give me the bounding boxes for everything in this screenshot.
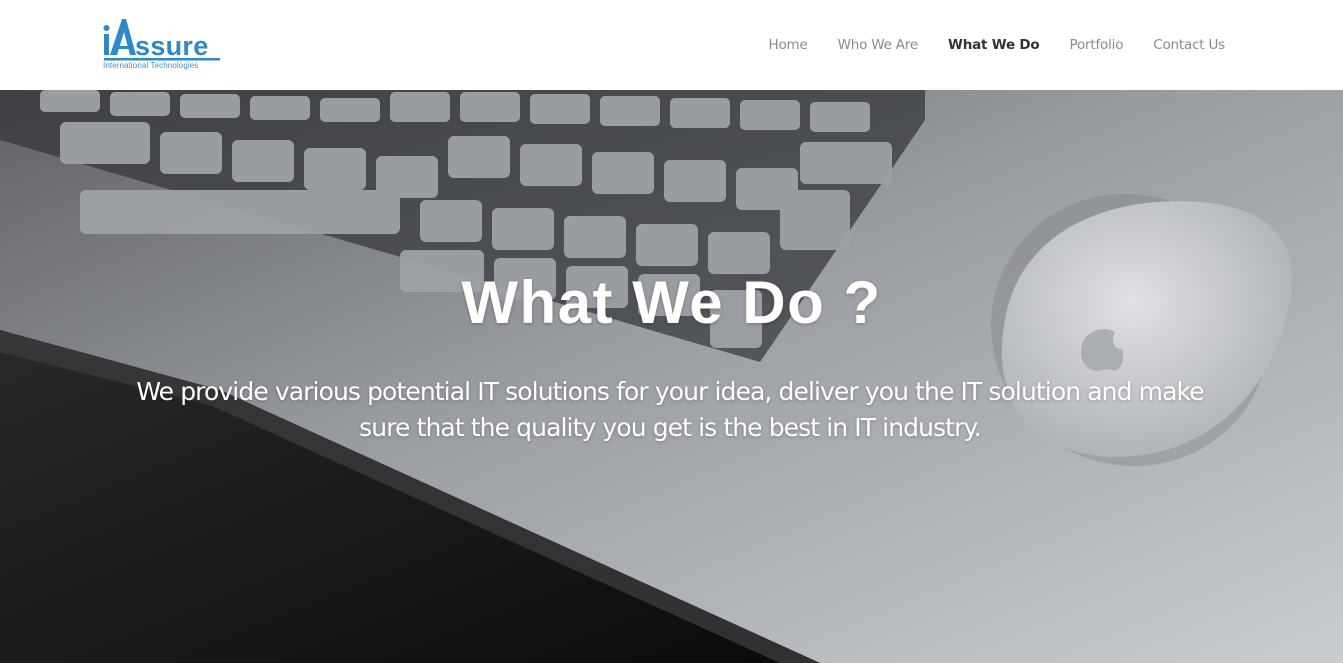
- site-header: ssure iAssure International Technologies…: [0, 0, 1343, 90]
- nav-what-we-do[interactable]: What We Do: [948, 37, 1040, 53]
- logo-wordmark-icon: ssure: [103, 19, 220, 61]
- nav-contact-us[interactable]: Contact Us: [1153, 37, 1225, 53]
- hero-subtitle: We provide various potential IT solution…: [136, 377, 1204, 442]
- hero-section: What We Do ? We provide various potentia…: [0, 90, 1343, 663]
- main-nav: Home Who We Are What We Do Portfolio Con…: [769, 0, 1226, 90]
- hero-title: What We Do ?: [461, 269, 882, 336]
- nav-portfolio[interactable]: Portfolio: [1070, 37, 1124, 53]
- site-logo[interactable]: ssure iAssure International Technologies: [102, 16, 224, 74]
- nav-home[interactable]: Home: [769, 37, 808, 53]
- nav-who-we-are[interactable]: Who We Are: [838, 37, 919, 53]
- svg-text:ssure: ssure: [135, 31, 209, 61]
- logo-tagline: International Technologies: [103, 61, 199, 70]
